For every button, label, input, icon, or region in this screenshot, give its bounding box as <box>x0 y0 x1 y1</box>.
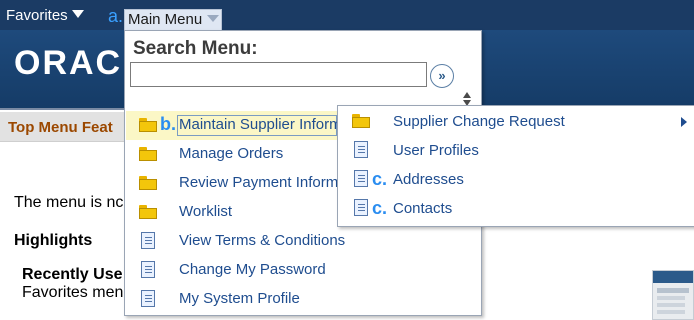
annotation-a: a. <box>108 6 124 26</box>
favorites-description-text: Favorites men <box>22 284 124 301</box>
menu-item-view-terms[interactable]: View Terms & Conditions <box>126 227 482 256</box>
search-go-button[interactable]: » <box>430 64 454 88</box>
chevron-down-icon <box>71 10 84 18</box>
folder-icon <box>139 176 157 190</box>
document-icon <box>354 170 368 187</box>
submenu-item-label: Contacts <box>393 200 453 217</box>
favorites-label: Favorites <box>6 7 68 24</box>
menu-item-system-profile[interactable]: My System Profile <box>126 285 482 314</box>
highlights-heading: Highlights <box>14 232 93 249</box>
page: Favorites a. Main Menu ORAC Top Menu Fea… <box>0 0 694 320</box>
document-icon <box>141 232 155 249</box>
document-icon <box>141 261 155 278</box>
chevron-down-icon <box>207 15 220 22</box>
portal-title: Top Menu Feat <box>8 119 113 136</box>
folder-icon <box>139 205 157 219</box>
annotation-c: c. <box>372 169 388 189</box>
submenu-item-addresses[interactable]: c. Addresses <box>339 165 694 194</box>
folder-icon <box>352 114 370 128</box>
double-chevron-right-icon: » <box>438 68 446 83</box>
folder-icon <box>139 118 157 132</box>
menu-item-label: Change My Password <box>179 261 326 278</box>
menu-item-label: Maintain Supplier Inform <box>179 116 342 133</box>
page-thumbnail <box>652 270 694 320</box>
annotation-b: b. <box>160 114 176 134</box>
menu-item-label: Review Payment Inform <box>179 174 339 191</box>
menu-item-label: Manage Orders <box>179 145 284 162</box>
document-icon <box>354 199 368 216</box>
supplier-info-submenu: Supplier Change Request User Profiles c.… <box>337 105 694 227</box>
menu-item-label: View Terms & Conditions <box>179 232 346 249</box>
submenu-item-label: Supplier Change Request <box>393 113 565 130</box>
submenu-item-user-profiles[interactable]: User Profiles <box>339 136 694 165</box>
document-icon <box>141 290 155 307</box>
chevron-right-icon <box>681 117 687 127</box>
menu-item-label: My System Profile <box>179 290 300 307</box>
submenu-item-label: Addresses <box>393 171 464 188</box>
submenu-item-contacts[interactable]: c. Contacts <box>339 194 694 223</box>
recently-used-heading: Recently Use <box>22 266 123 283</box>
submenu-item-supplier-change-request[interactable]: Supplier Change Request <box>339 107 694 136</box>
search-menu-input[interactable] <box>130 62 427 87</box>
top-nav-bar <box>0 0 694 30</box>
menu-description-text: The menu is nc <box>14 194 124 211</box>
submenu-item-label: User Profiles <box>393 142 479 159</box>
annotation-c: c. <box>372 198 388 218</box>
oracle-logo: ORAC <box>14 44 123 82</box>
folder-icon <box>139 147 157 161</box>
document-icon <box>354 141 368 158</box>
menu-item-label: Worklist <box>179 203 233 220</box>
main-menu-label: Main Menu <box>128 11 203 28</box>
favorites-menu[interactable]: Favorites <box>6 7 84 24</box>
menu-item-change-password[interactable]: Change My Password <box>126 256 482 285</box>
main-menu-tab[interactable]: Main Menu <box>124 9 222 30</box>
search-menu-heading: Search Menu: <box>133 38 258 59</box>
